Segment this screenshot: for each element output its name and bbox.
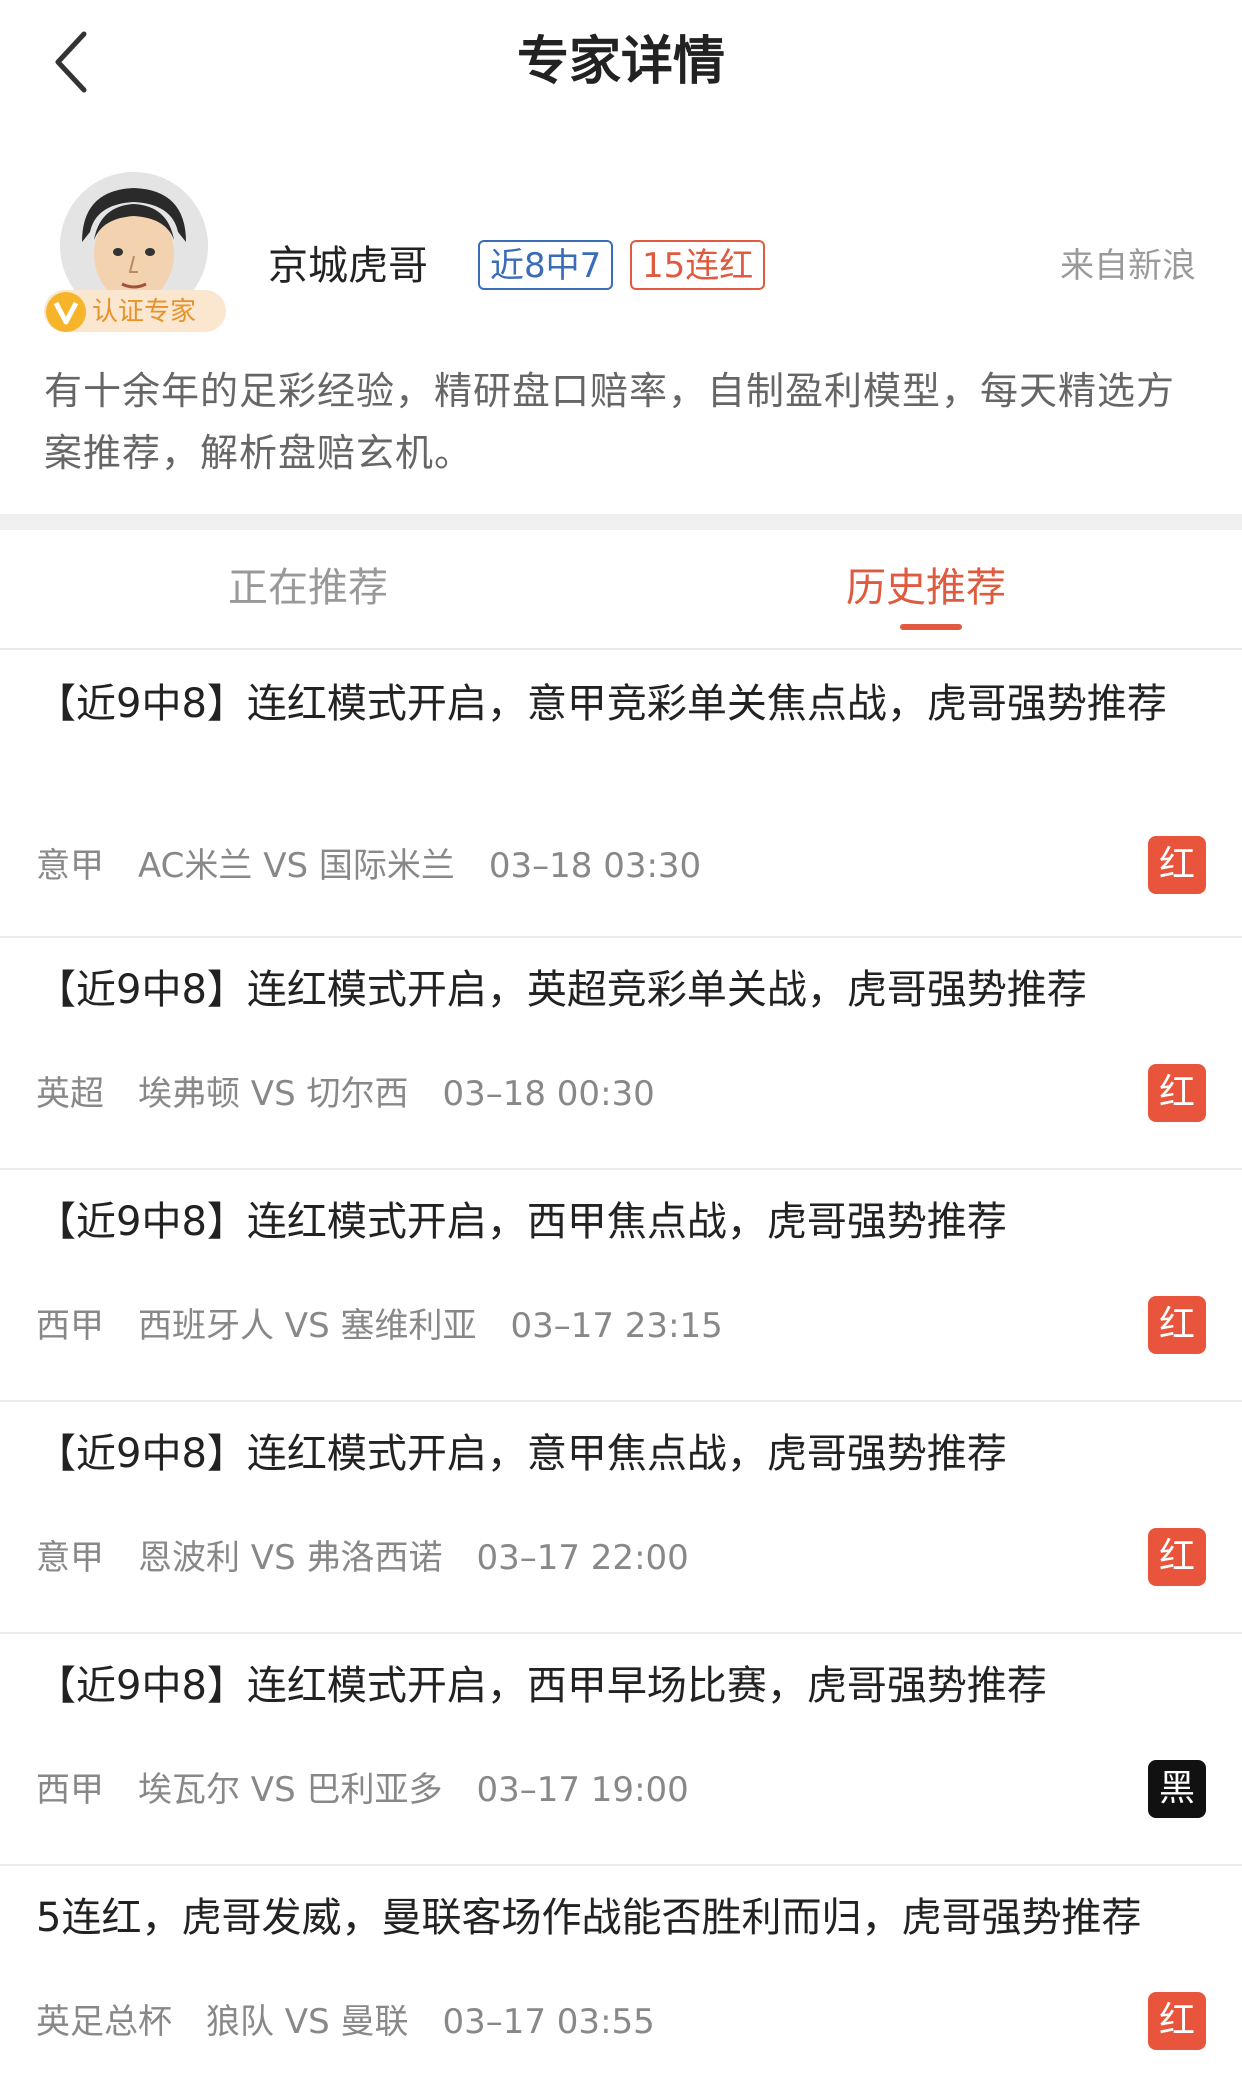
item-title: 【近9中8】连红模式开启，意甲竞彩单关焦点战，虎哥强势推荐 xyxy=(36,681,1167,727)
recommendation-list: 【近9中8】连红模式开启，意甲竞彩单关焦点战，虎哥强势推荐 意甲 AC米兰 VS … xyxy=(0,650,1242,2096)
item-league: 西甲 xyxy=(36,1770,104,1810)
result-badge: 红 xyxy=(1148,1992,1206,2050)
list-item[interactable]: 【近9中8】连红模式开启，西甲焦点战，虎哥强势推荐 西甲 西班牙人 VS 塞维利亚… xyxy=(0,1170,1242,1402)
item-title: 【近9中8】连红模式开启，西甲焦点战，虎哥强势推荐 xyxy=(36,1199,1007,1245)
tab-history-recommendations[interactable]: 历史推荐 xyxy=(846,560,1006,616)
item-league: 意甲 xyxy=(36,1538,104,1578)
item-meta: 英超 埃弗顿 VS 切尔西 03–18 00:30 xyxy=(36,1072,689,1116)
item-time: 03–17 23:15 xyxy=(510,1306,723,1346)
list-item[interactable]: 【近9中8】连红模式开启，意甲焦点战，虎哥强势推荐 意甲 恩波利 VS 弗洛西诺 0… xyxy=(0,1402,1242,1634)
item-match: 埃瓦尔 VS 巴利亚多 xyxy=(138,1770,443,1810)
streak-tag: 15连红 xyxy=(630,240,766,290)
section-divider xyxy=(0,514,1242,530)
item-time: 03–17 22:00 xyxy=(476,1538,689,1578)
list-item[interactable]: 【近9中8】连红模式开启，西甲早场比赛，虎哥强势推荐 西甲 埃瓦尔 VS 巴利亚多… xyxy=(0,1634,1242,1866)
item-league: 意甲 xyxy=(36,846,104,886)
page-title: 专家详情 xyxy=(516,32,725,92)
item-league: 英超 xyxy=(36,1074,104,1114)
expert-name: 京城虎哥 xyxy=(268,243,428,289)
item-meta: 意甲 恩波利 VS 弗洛西诺 03–17 22:00 xyxy=(36,1536,723,1580)
result-badge: 红 xyxy=(1148,1296,1206,1354)
item-time: 03–18 03:30 xyxy=(488,846,702,886)
item-match: 埃弗顿 VS 切尔西 xyxy=(138,1074,409,1114)
item-meta: 西甲 埃瓦尔 VS 巴利亚多 03–17 19:00 xyxy=(36,1768,723,1812)
item-title: 【近9中8】连红模式开启，意甲焦点战，虎哥强势推荐 xyxy=(36,1431,1007,1477)
list-item[interactable]: 5连红，虎哥发威，曼联客场作战能否胜利而归，虎哥强势推荐 英足总杯 狼队 VS 曼… xyxy=(0,1866,1242,2096)
item-title: 【近9中8】连红模式开启，西甲早场比赛，虎哥强势推荐 xyxy=(36,1663,1047,1709)
item-time: 03–17 03:55 xyxy=(442,2002,655,2042)
list-item[interactable]: 【近9中8】连红模式开启，英超竞彩单关战，虎哥强势推荐 英超 埃弗顿 VS 切尔西… xyxy=(0,938,1242,1170)
v-badge-icon xyxy=(46,292,86,332)
item-title: 5连红，虎哥发威，曼联客场作战能否胜利而归，虎哥强势推荐 xyxy=(36,1895,1142,1941)
item-title: 【近9中8】连红模式开启，英超竞彩单关战，虎哥强势推荐 xyxy=(36,967,1087,1013)
result-badge: 红 xyxy=(1148,836,1206,894)
tab-current-recommendations[interactable]: 正在推荐 xyxy=(228,560,388,616)
item-match: 西班牙人 VS 塞维利亚 xyxy=(138,1306,477,1346)
item-match: AC米兰 VS 国际米兰 xyxy=(138,846,455,886)
result-badge: 黑 xyxy=(1148,1760,1206,1818)
item-meta: 西甲 西班牙人 VS 塞维利亚 03–17 23:15 xyxy=(36,1304,757,1348)
recent-record-tag: 近8中7 xyxy=(478,240,614,290)
source-label: 来自新浪 xyxy=(1060,246,1196,286)
item-time: 03–17 19:00 xyxy=(476,1770,689,1810)
result-badge: 红 xyxy=(1148,1064,1206,1122)
active-tab-indicator xyxy=(900,624,962,630)
item-meta: 英足总杯 狼队 VS 曼联 03–17 03:55 xyxy=(36,2000,689,2044)
expert-intro: 有十余年的足彩经验，精研盘口赔率，自制盈利模型，每天精选方案推荐，解析盘赔玄机。 xyxy=(44,369,1176,475)
verified-label: 认证专家 xyxy=(92,297,197,327)
item-match: 恩波利 VS 弗洛西诺 xyxy=(138,1538,443,1578)
item-league: 西甲 xyxy=(36,1306,104,1346)
nav-bar: 专家详情 xyxy=(0,0,1242,124)
item-match: 狼队 VS 曼联 xyxy=(206,2002,409,2042)
item-league: 英足总杯 xyxy=(36,2002,172,2042)
item-time: 03–18 00:30 xyxy=(442,1074,655,1114)
tab-bar: 正在推荐 历史推荐 xyxy=(0,530,1242,650)
list-item[interactable]: 【近9中8】连红模式开启，意甲竞彩单关焦点战，虎哥强势推荐 意甲 AC米兰 VS … xyxy=(0,650,1242,938)
result-badge: 红 xyxy=(1148,1528,1206,1586)
item-meta: 意甲 AC米兰 VS 国际米兰 03–18 03:30 xyxy=(36,844,735,888)
